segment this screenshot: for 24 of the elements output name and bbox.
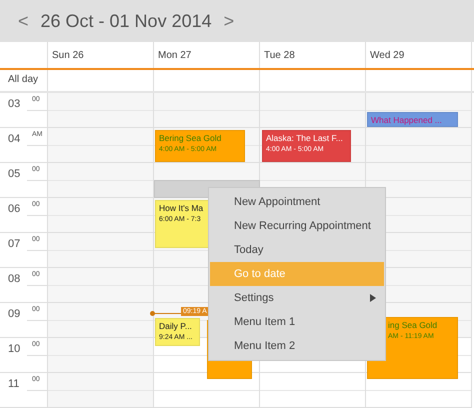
hour-label: 06 — [8, 203, 20, 215]
current-time-line — [150, 311, 184, 317]
appointment-title: Bering Sea Gold — [159, 133, 222, 143]
date-range-title: 26 Oct - 01 Nov 2014 — [40, 10, 212, 32]
hour-label: 07 — [8, 238, 20, 250]
hour-label: 04 — [8, 133, 20, 145]
day-header: Tue 28 — [260, 42, 366, 68]
all-day-label: All day — [8, 74, 38, 85]
day-header: Sun 26 — [48, 42, 154, 68]
day-header: Wed 29 — [366, 42, 472, 68]
menu-item[interactable]: Settings — [210, 286, 384, 310]
appointment-title: ing Sea Gold — [388, 320, 438, 330]
appointment-title: What Happened ... — [371, 115, 443, 125]
hour-label: 10 — [8, 343, 20, 355]
submenu-arrow-icon — [370, 294, 376, 302]
day-header: Mon 27 — [154, 42, 260, 68]
appointment-title: Alaska: The Last F... — [266, 133, 344, 143]
hour-label: 05 — [8, 168, 20, 180]
hour-label: 08 — [8, 273, 20, 285]
hour-label: 03 — [8, 98, 20, 110]
hour-label: 11 — [8, 378, 20, 390]
hour-label: 09 — [8, 308, 20, 320]
appointment-title: How It's Ma — [159, 203, 204, 213]
appointment-title: Daily P... — [159, 321, 193, 331]
